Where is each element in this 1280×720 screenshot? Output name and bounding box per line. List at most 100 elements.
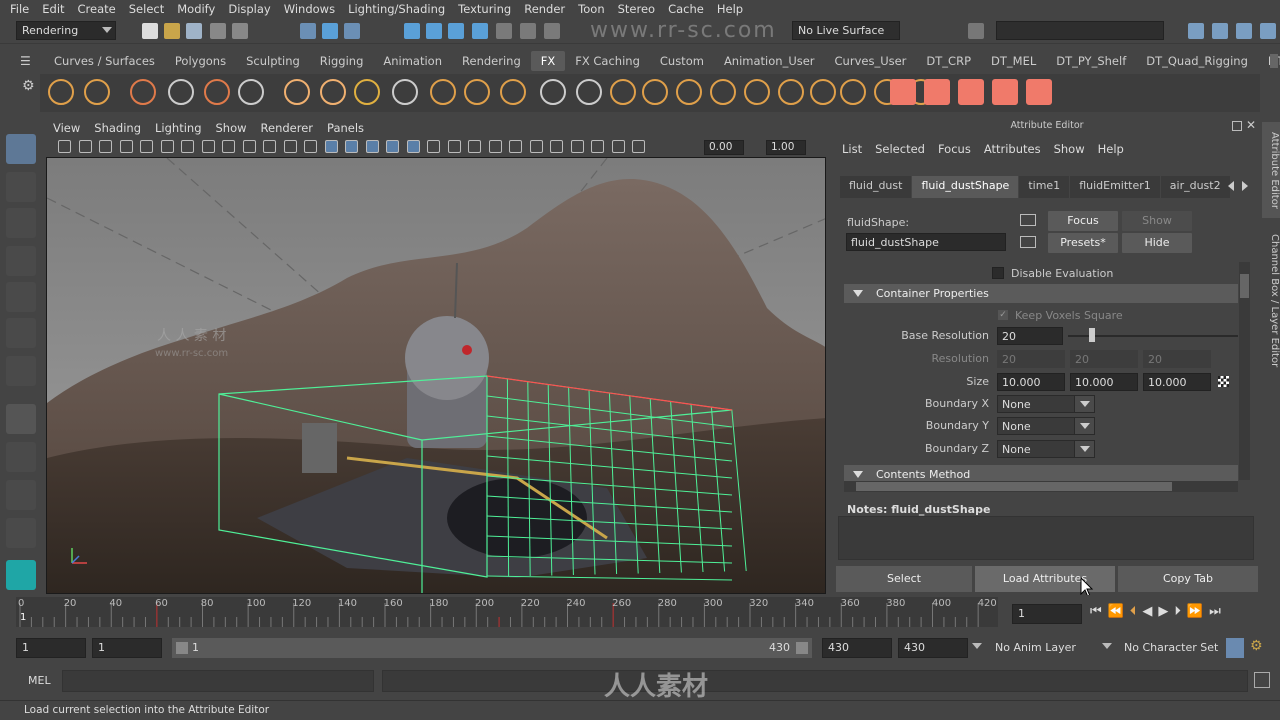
viewport-menu-view[interactable]: View	[46, 121, 87, 135]
ambient-occlusion-icon[interactable]	[447, 140, 461, 153]
menu-help[interactable]: Help	[711, 2, 750, 16]
snap-curve-icon[interactable]	[426, 23, 442, 39]
resolution-gate-icon[interactable]	[222, 140, 235, 153]
select-button[interactable]: Select	[836, 566, 972, 592]
shelf-menu-icon[interactable]: ☰	[20, 54, 34, 68]
chevron-down-icon[interactable]	[972, 643, 982, 649]
select-tool-icon[interactable]	[6, 134, 36, 164]
close-icon[interactable]: ✕	[1246, 118, 1256, 132]
boundary-x-dropdown[interactable]: None	[997, 395, 1095, 413]
shelf-tab[interactable]: DT_CRP	[916, 51, 981, 71]
preferences-icon[interactable]: ⚙	[1250, 638, 1268, 658]
vortex-field-icon[interactable]	[778, 79, 804, 105]
character-set-dropdown[interactable]: No Character Set	[1124, 641, 1218, 654]
paint-select-tool-icon[interactable]	[6, 208, 36, 238]
ae-menu-show[interactable]: Show	[1048, 142, 1092, 156]
nhair-icon[interactable]	[354, 79, 380, 105]
ae-menu-selected[interactable]: Selected	[869, 142, 932, 156]
tab-scroll-right-icon[interactable]	[1242, 181, 1248, 191]
four-view-layout-icon[interactable]	[6, 442, 36, 472]
size-y-field[interactable]: 10.000	[1070, 373, 1138, 391]
shelf-tab[interactable]: Curves / Surfaces	[44, 51, 165, 71]
live-surface-field[interactable]: No Live Surface	[792, 21, 900, 40]
size-x-field[interactable]: 10.000	[997, 373, 1065, 391]
section-container-properties[interactable]: Container Properties	[844, 284, 1238, 303]
paint-fx-icon[interactable]	[392, 79, 418, 105]
range-end-handle[interactable]	[796, 642, 808, 654]
ncloth-icon[interactable]	[284, 79, 310, 105]
side-by-side-layout-icon[interactable]	[6, 518, 36, 548]
load-attributes-button[interactable]: Load Attributes	[975, 566, 1115, 592]
curve-icon[interactable]	[430, 79, 456, 105]
select-component-icon[interactable]	[344, 23, 360, 39]
copy-tab-button[interactable]: Copy Tab	[1118, 566, 1258, 592]
newton-field-icon[interactable]	[642, 79, 668, 105]
ae-horizontal-scrollbar[interactable]	[844, 481, 1238, 492]
range-bar[interactable]: 1 430	[172, 638, 812, 658]
viewport-menu-renderer[interactable]: Renderer	[254, 121, 321, 135]
fluid-surface-icon[interactable]	[238, 79, 264, 105]
fluid-3d-icon[interactable]	[130, 79, 156, 105]
shelf-tab[interactable]: DT_Quad_Rigging	[1136, 51, 1258, 71]
history-icon[interactable]	[496, 23, 512, 39]
fluid-emitter-icon[interactable]	[204, 79, 230, 105]
save-scene-icon[interactable]	[186, 23, 202, 39]
radial-field-icon[interactable]	[676, 79, 702, 105]
ncloth-passive-icon[interactable]	[320, 79, 346, 105]
search-input[interactable]	[996, 21, 1164, 40]
shelf-tab[interactable]: Sculpting	[236, 51, 310, 71]
wireframe-icon[interactable]	[324, 140, 338, 153]
presets-button[interactable]: Presets*	[1048, 233, 1118, 253]
ae-tab[interactable]: time1	[1019, 176, 1070, 198]
lasso-tool-icon[interactable]	[6, 172, 36, 202]
map-button-icon[interactable]	[1218, 376, 1229, 387]
shelf-tab[interactable]: Animation_User	[714, 51, 825, 71]
gate-mask-icon[interactable]	[242, 140, 256, 153]
menu-windows[interactable]: Windows	[278, 2, 342, 16]
constraint-icon[interactable]	[840, 79, 866, 105]
drag-field-icon[interactable]	[576, 79, 602, 105]
step-forward-key-icon[interactable]: ⏩	[1187, 604, 1203, 619]
float-panel-icon[interactable]	[1232, 121, 1242, 131]
hide-button[interactable]: Hide	[1122, 233, 1192, 253]
command-input[interactable]	[62, 670, 374, 692]
menu-display[interactable]: Display	[222, 2, 277, 16]
notes-textarea[interactable]	[838, 516, 1254, 560]
base-resolution-slider-handle[interactable]	[1089, 328, 1095, 342]
use-lights-icon[interactable]	[406, 140, 420, 153]
menu-set-dropdown[interactable]: Rendering	[16, 21, 116, 40]
film-gate-icon[interactable]	[201, 140, 215, 153]
show-button[interactable]: Show	[1122, 211, 1192, 231]
menu-select[interactable]: Select	[123, 2, 171, 16]
keep-voxels-checkbox[interactable]: ✓	[997, 309, 1009, 321]
menu-cache[interactable]: Cache	[662, 2, 711, 16]
2d-pan-icon[interactable]	[140, 140, 153, 153]
shelf-settings-icon[interactable]: ⚙	[22, 78, 35, 94]
layout-list-icon[interactable]	[1212, 23, 1228, 39]
emitter-icon[interactable]	[84, 79, 110, 105]
brush-icon[interactable]	[464, 79, 490, 105]
undo-icon[interactable]	[210, 23, 226, 39]
menu-lighting-shading[interactable]: Lighting/Shading	[342, 2, 452, 16]
grid-icon[interactable]	[181, 140, 194, 153]
cloth-remove-icon[interactable]	[958, 79, 984, 105]
ae-tab[interactable]: air_dust2	[1160, 176, 1230, 198]
playback-end-field[interactable]: 430	[822, 638, 892, 658]
far-clip-field[interactable]: 1.00	[766, 140, 806, 155]
render-icon[interactable]	[520, 23, 536, 39]
range-start-handle[interactable]	[176, 642, 188, 654]
boundary-z-dropdown[interactable]: None	[997, 440, 1095, 458]
stroke-icon[interactable]	[500, 79, 526, 105]
shadows-icon[interactable]	[427, 140, 440, 153]
shelf-scroll-icon[interactable]	[1270, 54, 1278, 68]
step-forward-frame-icon[interactable]: ⏵	[1174, 604, 1181, 619]
shelf-tab[interactable]: FX Caching	[565, 51, 650, 71]
presets-arrow-icon[interactable]	[1020, 236, 1036, 248]
last-tool-icon[interactable]	[6, 356, 36, 386]
script-editor-icon[interactable]	[1254, 672, 1270, 688]
volume-axis-icon[interactable]	[810, 79, 836, 105]
chevron-down-icon[interactable]	[1102, 643, 1112, 649]
snap-plane-icon[interactable]	[472, 23, 488, 39]
resolution-y-field[interactable]: 20	[1070, 350, 1138, 368]
turbulence-field-icon[interactable]	[710, 79, 736, 105]
